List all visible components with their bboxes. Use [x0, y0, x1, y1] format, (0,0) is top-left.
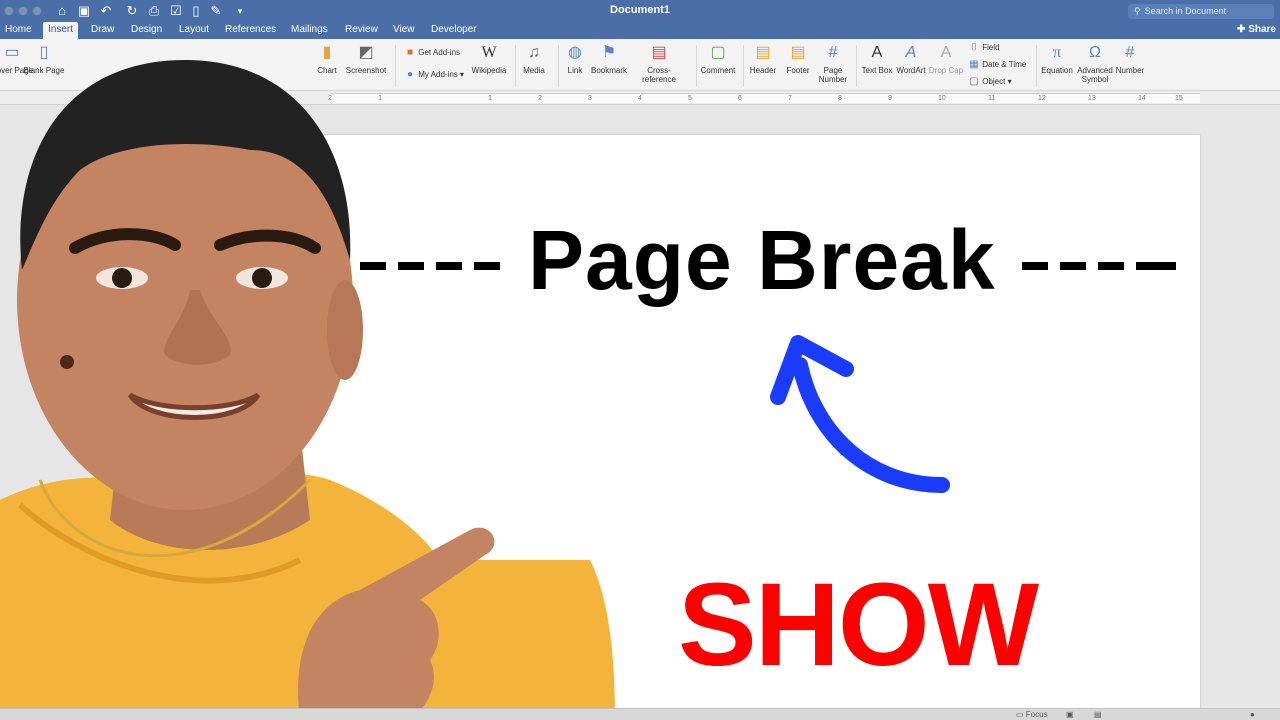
- page-break-dash: [1022, 262, 1048, 270]
- comment-button[interactable]: ▢ Comment: [695, 43, 741, 75]
- page-number-label: Page Number: [818, 66, 848, 84]
- cross-reference-icon: ▤: [651, 44, 667, 61]
- field-label: Field: [982, 43, 1000, 52]
- comment-label: Comment: [700, 66, 736, 75]
- search-icon: ⚲: [1134, 6, 1141, 16]
- ruler-tick: 6: [738, 95, 742, 102]
- share-button[interactable]: ✚ Share: [1237, 22, 1276, 38]
- page-number-button[interactable]: # Page Number: [810, 43, 856, 84]
- date-time-button[interactable]: ▦ Date & Time: [968, 59, 1026, 71]
- ruler-tick: 13: [1088, 95, 1096, 102]
- ruler-tick: 4: [638, 95, 642, 102]
- search-placeholder: Search in Document: [1144, 6, 1227, 16]
- blue-arrow-icon: [770, 335, 950, 493]
- field-icon: ⌷: [971, 42, 977, 53]
- object-button[interactable]: ▢ Object ▾: [968, 76, 1011, 88]
- number-icon: #: [1125, 44, 1135, 61]
- comment-icon: ▢: [710, 44, 726, 61]
- field-button[interactable]: ⌷ Field: [968, 42, 1000, 54]
- drop-cap-button[interactable]: A Drop Cap: [923, 43, 969, 75]
- status-bar: ▭ Focus ▣ ▤ ●: [0, 708, 1280, 720]
- add-person-icon: ✚: [1237, 24, 1246, 35]
- page-break-dash: [1136, 262, 1176, 270]
- zoom-slider-thumb[interactable]: ●: [1250, 710, 1255, 719]
- drop-cap-label: Drop Cap: [928, 66, 964, 75]
- ruler-tick: 14: [1138, 95, 1146, 102]
- header-icon: ▤: [755, 44, 771, 61]
- omega-icon: Ω: [1089, 44, 1101, 61]
- number-button[interactable]: # Number: [1107, 43, 1153, 75]
- pi-icon: π: [1052, 44, 1062, 61]
- ruler-tick: 11: [988, 95, 996, 102]
- share-label: Share: [1248, 24, 1276, 35]
- number-label: Number: [1115, 66, 1145, 75]
- page-break-dash: [1098, 262, 1124, 270]
- drop-cap-icon: A: [940, 44, 952, 61]
- ruler-tick: 7: [788, 95, 792, 102]
- focus-label: Focus: [1025, 710, 1048, 719]
- ruler-tick: 9: [888, 95, 892, 102]
- calendar-icon: ▦: [969, 59, 979, 70]
- ruler-tick: 10: [938, 95, 946, 102]
- object-icon: ▢: [969, 76, 979, 87]
- object-label: Object: [982, 77, 1006, 86]
- cross-reference-label: Cross-reference: [642, 66, 676, 84]
- text-box-icon: A: [871, 44, 883, 61]
- page-break-dash: [1060, 262, 1086, 270]
- ruler-tick: 12: [1038, 95, 1046, 102]
- print-layout-icon[interactable]: ▣: [1066, 710, 1074, 719]
- date-time-label: Date & Time: [982, 60, 1027, 69]
- presenter-photo: [0, 60, 615, 720]
- web-layout-icon[interactable]: ▤: [1094, 710, 1102, 719]
- show-overlay-text: SHOW: [678, 559, 1039, 691]
- footer-icon: ▤: [790, 44, 806, 61]
- search-input[interactable]: ⚲ Search in Document: [1128, 4, 1274, 19]
- cross-reference-button[interactable]: ▤ Cross-reference: [632, 43, 686, 84]
- focus-icon: ▭: [1016, 710, 1024, 719]
- focus-button[interactable]: ▭ Focus: [1016, 710, 1048, 719]
- ruler-tick: 15: [1175, 95, 1183, 102]
- page-number-icon: #: [828, 44, 838, 61]
- ruler-tick: 8: [838, 95, 842, 102]
- wordart-icon: A: [905, 44, 917, 61]
- ruler-tick: 5: [688, 95, 692, 102]
